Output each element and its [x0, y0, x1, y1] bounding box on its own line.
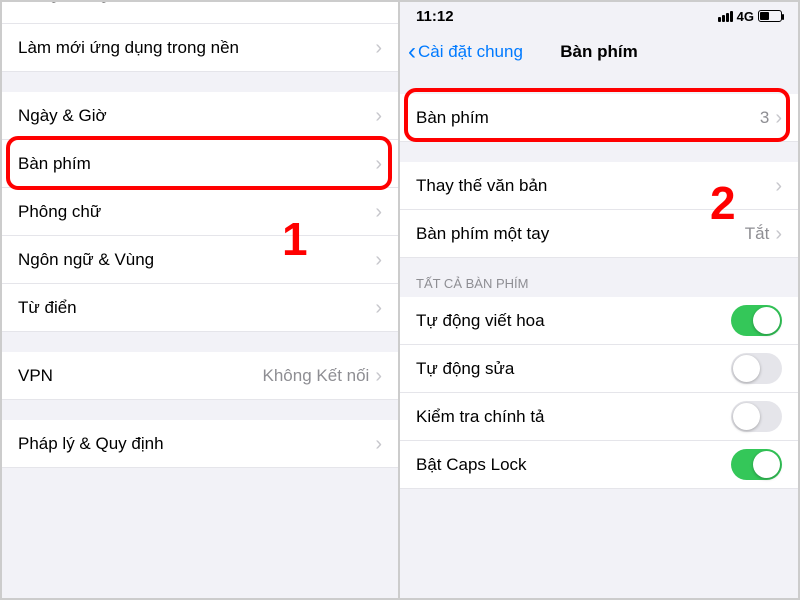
label: Ngôn ngữ & Vùng [18, 250, 375, 270]
row-date-time[interactable]: Ngày & Giờ › [2, 92, 398, 140]
chevron-right-icon: › [375, 106, 382, 126]
label: Pháp lý & Quy định [18, 434, 375, 454]
toggle-spell-check[interactable] [731, 401, 782, 432]
row-background-app-refresh[interactable]: Làm mới ứng dụng trong nền › [2, 24, 398, 72]
row-text-replacement[interactable]: Thay thế văn bản › [400, 162, 798, 210]
toggle-auto-capitalize[interactable] [731, 305, 782, 336]
chevron-right-icon: › [375, 38, 382, 58]
row-spell-check[interactable]: Kiểm tra chính tả [400, 393, 798, 441]
battery-icon [758, 10, 782, 22]
row-vpn[interactable]: VPN Không Kết nối › [2, 352, 398, 400]
label: Bàn phím [416, 108, 760, 128]
toggle-auto-correct[interactable] [731, 353, 782, 384]
detail: Tắt [745, 224, 770, 244]
row-auto-correct[interactable]: Tự động sửa [400, 345, 798, 393]
back-button[interactable]: ‹ Cài đặt chung [408, 40, 523, 64]
row-keyboards[interactable]: Bàn phím 3 › [400, 94, 798, 142]
nav-bar: ‹ Cài đặt chung Bàn phím [400, 30, 798, 74]
back-label: Cài đặt chung [418, 42, 523, 62]
row-legal[interactable]: Pháp lý & Quy định › [2, 420, 398, 468]
chevron-right-icon: › [375, 298, 382, 318]
group-header-all-keyboards: Tất cả bàn phím [400, 258, 798, 297]
label: Làm mới ứng dụng trong nền [18, 38, 375, 58]
label: Bàn phím [18, 154, 375, 174]
row-storage-cut[interactable]: Dung lượng iPhone [2, 2, 398, 24]
row-auto-capitalize[interactable]: Tự động viết hoa [400, 297, 798, 345]
status-bar: 11:12 4G [400, 2, 798, 30]
row-keyboard[interactable]: Bàn phím › [2, 140, 398, 188]
label: Bàn phím một tay [416, 224, 745, 244]
row-one-handed-keyboard[interactable]: Bàn phím một tay Tắt › [400, 210, 798, 258]
row-language-region[interactable]: Ngôn ngữ & Vùng › [2, 236, 398, 284]
status-time: 11:12 [416, 8, 599, 25]
chevron-right-icon: › [375, 366, 382, 386]
row-fonts[interactable]: Phông chữ › [2, 188, 398, 236]
label: Từ điển [18, 298, 375, 318]
chevron-right-icon: › [775, 224, 782, 244]
chevron-right-icon: › [375, 250, 382, 270]
label: Kiểm tra chính tả [416, 407, 731, 427]
label: Tự động sửa [416, 359, 731, 379]
label: VPN [18, 366, 263, 386]
chevron-right-icon: › [375, 202, 382, 222]
general-settings-panel: Dung lượng iPhone Làm mới ứng dụng trong… [2, 2, 400, 598]
chevron-right-icon: › [775, 108, 782, 128]
label: Tự động viết hoa [416, 311, 731, 331]
label: Thay thế văn bản [416, 176, 775, 196]
network-label: 4G [737, 9, 754, 24]
detail: 3 [760, 108, 769, 128]
label: Bật Caps Lock [416, 455, 731, 475]
chevron-right-icon: › [775, 176, 782, 196]
chevron-right-icon: › [375, 154, 382, 174]
row-caps-lock[interactable]: Bật Caps Lock [400, 441, 798, 489]
chevron-right-icon: › [375, 434, 382, 454]
row-dictionary[interactable]: Từ điển › [2, 284, 398, 332]
label: Ngày & Giờ [18, 106, 375, 126]
label: Phông chữ [18, 202, 375, 222]
chevron-left-icon: ‹ [408, 40, 416, 64]
signal-bars-icon [718, 11, 733, 22]
toggle-caps-lock[interactable] [731, 449, 782, 480]
keyboard-settings-panel: 11:12 4G ‹ Cài đặt chung Bàn phím Bàn ph… [400, 2, 798, 598]
detail: Không Kết nối [263, 366, 370, 386]
